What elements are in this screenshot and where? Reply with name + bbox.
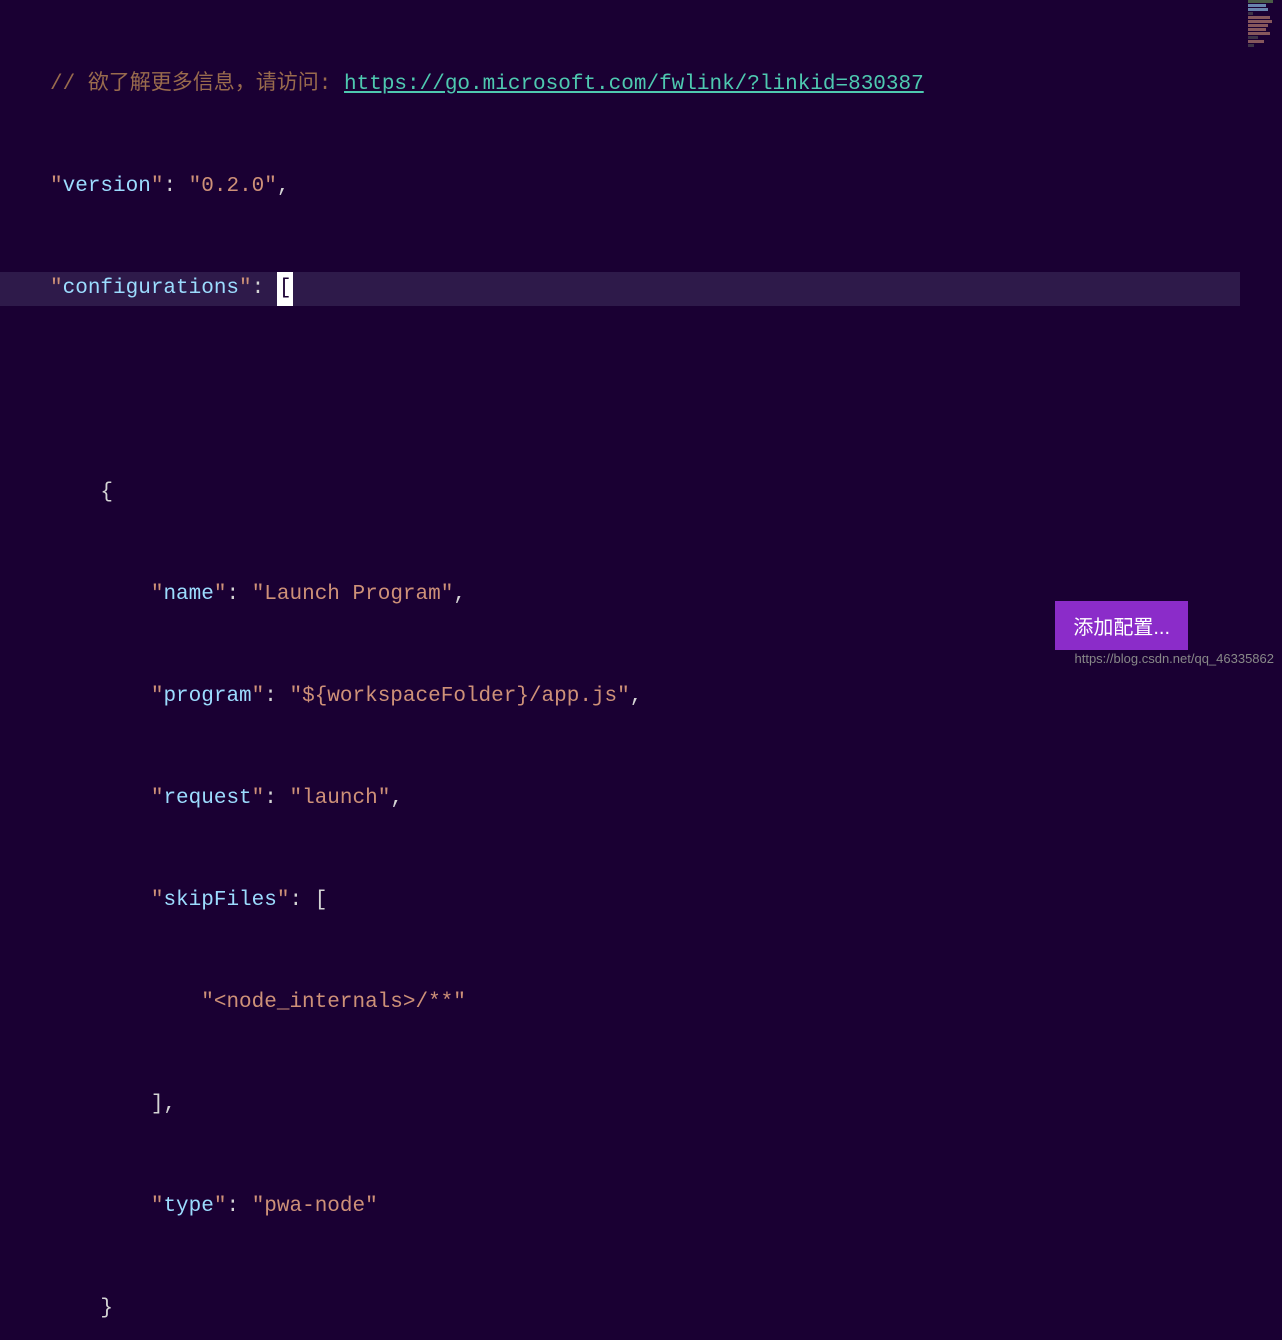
code-editor[interactable]: // 欲了解更多信息，请访问: https://go.microsoft.com… <box>0 0 1282 1340</box>
code-line: "program": "${workspaceFolder}/app.js", <box>50 680 1282 714</box>
code-line-empty <box>50 374 1282 408</box>
code-line: } <box>50 1292 1282 1326</box>
code-line-active: "configurations": [ <box>0 272 1240 306</box>
doc-link[interactable]: https://go.microsoft.com/fwlink/?linkid=… <box>344 68 924 102</box>
code-line: "skipFiles": [ <box>50 884 1282 918</box>
code-line: "type": "pwa-node" <box>50 1190 1282 1224</box>
cursor-position: [ <box>277 272 294 306</box>
code-line: "request": "launch", <box>50 782 1282 816</box>
minimap[interactable] <box>1244 0 1282 670</box>
watermark-text: https://blog.csdn.net/qq_46335862 <box>1075 651 1275 666</box>
code-line: { <box>50 476 1282 510</box>
code-line: "<node_internals>/**" <box>50 986 1282 1020</box>
code-line: "version": "0.2.0", <box>50 170 1282 204</box>
code-line: ], <box>50 1088 1282 1122</box>
add-configuration-button[interactable]: 添加配置... <box>1055 601 1188 650</box>
code-line-comment: // 欲了解更多信息，请访问: https://go.microsoft.com… <box>50 68 1282 102</box>
